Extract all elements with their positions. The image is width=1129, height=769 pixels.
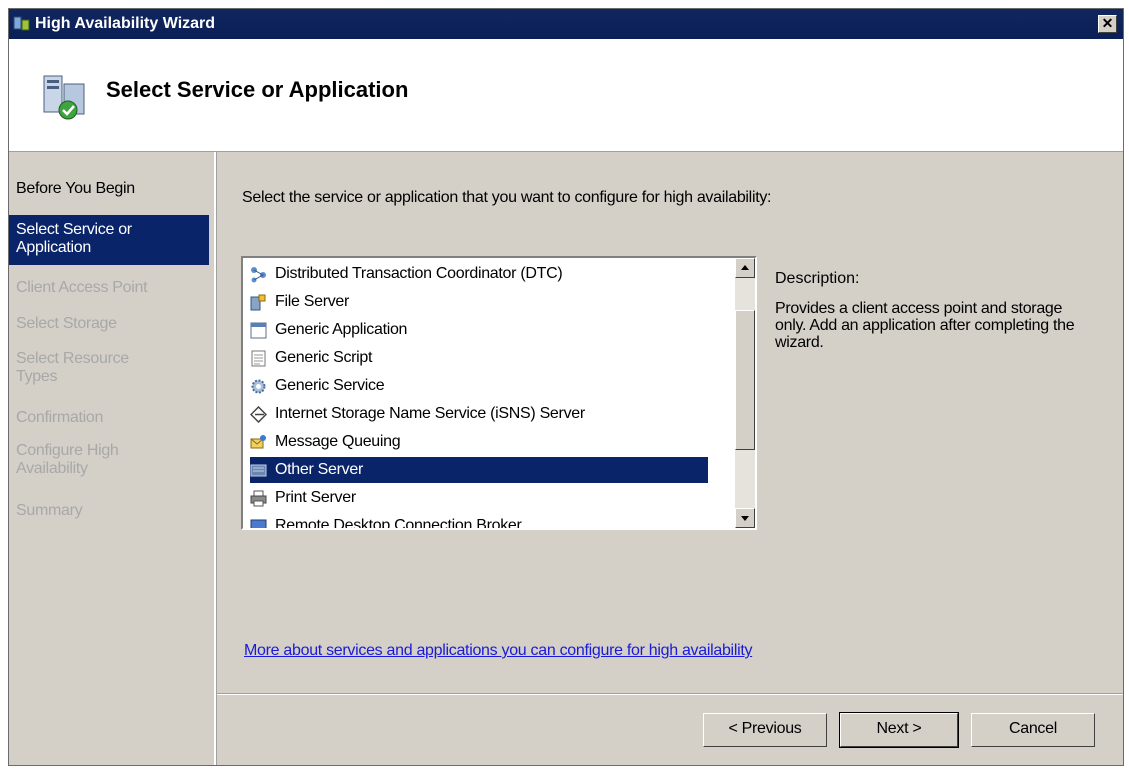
list-item-remote-desktop[interactable]: Remote Desktop Connection Broker [250,513,710,528]
list-item-dtc[interactable]: Distributed Transaction Coordinator (DTC… [250,261,710,287]
isns-icon [250,406,267,423]
list-item-generic-service[interactable]: Generic Service [250,373,710,399]
description-label: Description: [775,270,860,287]
scroll-up-button[interactable] [735,258,755,278]
previous-button[interactable]: < Previous [703,713,827,747]
page-title: Select Service or Application [106,77,409,102]
generic-script-icon [251,350,266,367]
list-item-file-server[interactable]: File Server [250,289,710,315]
description-text: Provides a client access point and stora… [775,300,1075,351]
help-link[interactable]: More about services and applications you… [244,642,752,660]
listbox-scrollbar[interactable] [735,258,755,528]
wizard-header: Select Service or Application [9,39,1123,152]
dtc-icon [251,267,266,283]
title-bar: High Availability Wizard ✕ [9,9,1123,39]
step-confirmation: Confirmation [16,409,104,426]
arrow-down-icon [741,516,749,521]
file-server-icon [250,294,266,311]
list-item-print-server[interactable]: Print Server [250,485,710,511]
wizard-icon [43,75,85,120]
step-select-service[interactable]: Select Service or Application [9,215,209,265]
list-item-message-queuing[interactable]: Message Queuing [250,429,710,455]
remote-desktop-icon [250,519,267,528]
step-client-access-point: Client Access Point [16,279,148,296]
message-queuing-icon [250,435,266,449]
steps-sidebar: Before You Begin Select Service or Appli… [9,152,216,765]
step-select-resource-types: Select Resource Types [16,350,129,385]
list-item-other-server[interactable]: Other Server [250,457,708,483]
list-item-isns[interactable]: Internet Storage Name Service (iSNS) Ser… [250,401,710,427]
scroll-down-button[interactable] [735,508,755,528]
window-title: High Availability Wizard [35,15,216,32]
gear-icon [251,379,266,394]
wizard-window: High Availability Wizard ✕ Select Servic… [8,8,1124,766]
step-before-you-begin[interactable]: Before You Begin [16,180,206,198]
list-item-generic-application[interactable]: Generic Application [250,317,710,343]
service-listbox[interactable]: Distributed Transaction Coordinator (DTC… [241,256,757,530]
step-summary: Summary [16,502,83,519]
step-configure-high-availability: Configure High Availability [16,442,119,477]
arrow-up-icon [741,265,749,270]
main-content: Select the service or application that y… [217,152,1123,692]
instruction-text: Select the service or application that y… [242,189,772,206]
close-button[interactable]: ✕ [1098,15,1117,33]
cluster-icon [13,16,30,31]
server-icon [250,464,267,477]
generic-application-icon [250,322,267,339]
printer-icon [250,490,267,507]
next-button[interactable]: Next > [839,712,959,748]
step-select-storage: Select Storage [16,315,117,332]
cancel-button[interactable]: Cancel [971,713,1095,747]
list-item-generic-script[interactable]: Generic Script [250,345,710,371]
listbox-items: Distributed Transaction Coordinator (DTC… [243,258,735,528]
scroll-thumb[interactable] [735,310,755,450]
button-bar: < Previous Next > Cancel [217,693,1123,766]
